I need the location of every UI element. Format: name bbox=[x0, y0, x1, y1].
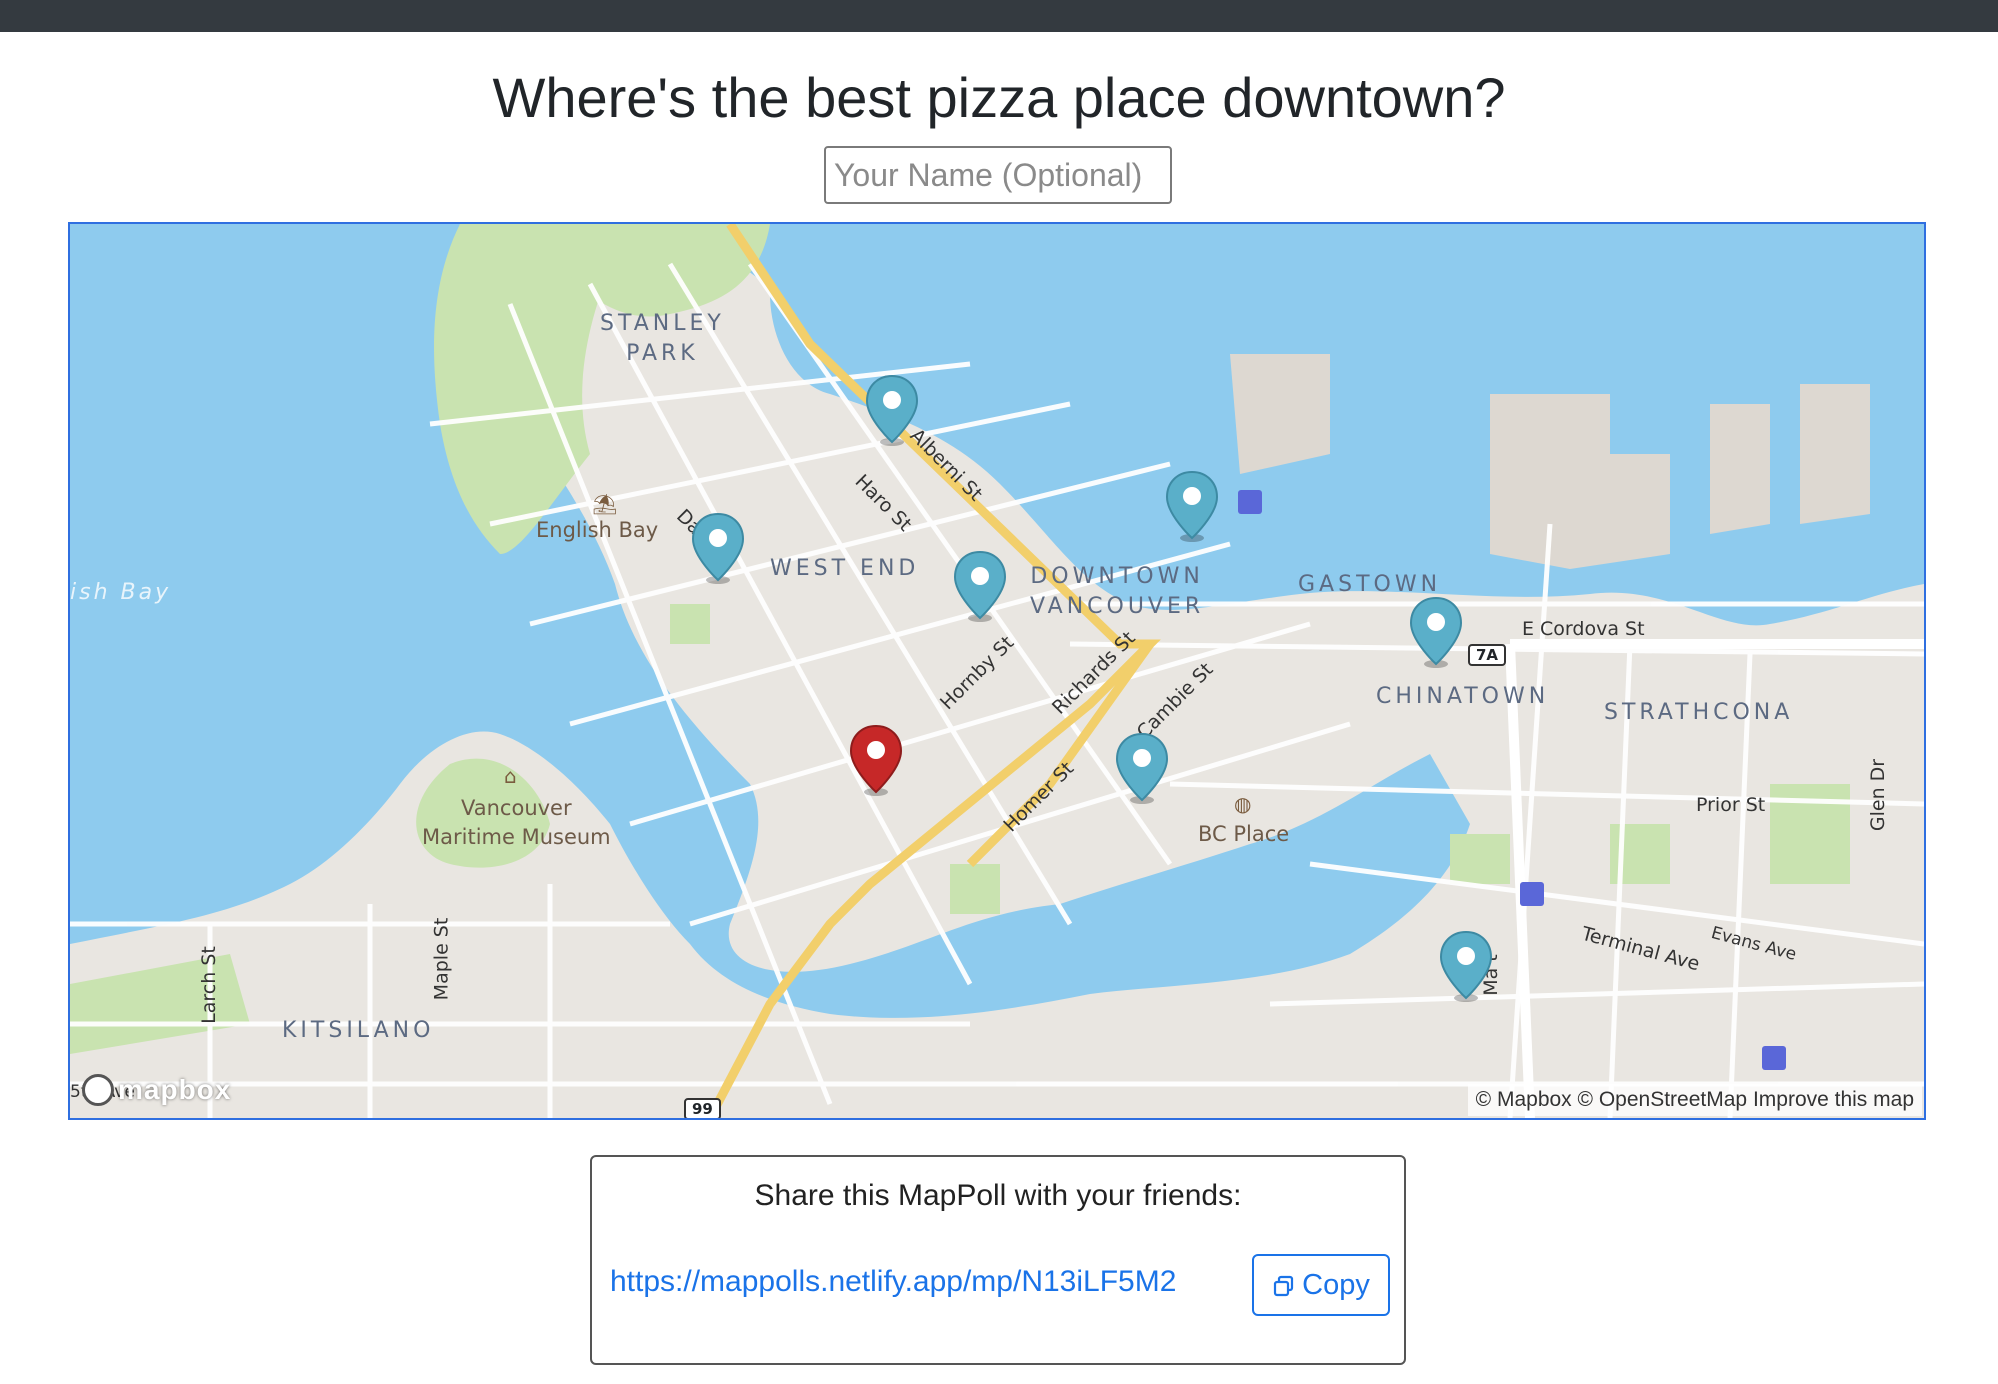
vote-pin-marker[interactable] bbox=[1438, 930, 1494, 1002]
stadium-icon: ◍ bbox=[1234, 792, 1252, 816]
area-label-kitsilano: KITSILANO bbox=[282, 1018, 435, 1043]
share-link[interactable]: https://mappolls.netlify.app/mp/N13iLF5M… bbox=[610, 1265, 1176, 1299]
copy-icon bbox=[1272, 1273, 1296, 1297]
name-input[interactable] bbox=[824, 146, 1172, 204]
mapbox-logo-text: mapbox bbox=[118, 1074, 232, 1105]
route-shield-99: 99 bbox=[684, 1098, 721, 1118]
transit-station-icon bbox=[1520, 882, 1544, 906]
street-label-larch: Larch St bbox=[197, 946, 220, 1024]
share-panel: Share this MapPoll with your friends: ht… bbox=[590, 1155, 1406, 1365]
copy-button[interactable]: Copy bbox=[1252, 1254, 1390, 1316]
street-label-e-cordova: E Cordova St bbox=[1522, 618, 1645, 640]
poll-map[interactable]: STANLEY PARK WEST END DOWNTOWN VANCOUVER G… bbox=[68, 222, 1926, 1120]
attribution-osm-link[interactable]: © OpenStreetMap bbox=[1578, 1088, 1748, 1111]
attribution-mapbox-link[interactable]: © Mapbox bbox=[1476, 1088, 1572, 1111]
share-heading: Share this MapPoll with your friends: bbox=[754, 1179, 1242, 1212]
poi-label-english-bay: English Bay bbox=[536, 518, 659, 542]
street-label-prior: Prior St bbox=[1696, 794, 1766, 816]
vote-pin-marker[interactable] bbox=[1114, 732, 1170, 804]
map-base-layer[interactable] bbox=[70, 224, 1924, 1118]
transit-station-icon bbox=[1238, 490, 1262, 514]
selected-pin-marker[interactable] bbox=[848, 724, 904, 796]
vote-pin-marker[interactable] bbox=[690, 512, 746, 584]
mapbox-logo[interactable]: mapbox bbox=[82, 1074, 231, 1106]
attribution-improve-link[interactable]: Improve this map bbox=[1753, 1088, 1914, 1111]
area-label-chinatown: CHINATOWN bbox=[1376, 684, 1550, 709]
vote-pin-marker[interactable] bbox=[864, 374, 920, 446]
water-label-english-bay: ish Bay bbox=[70, 580, 172, 605]
copy-button-label: Copy bbox=[1302, 1268, 1370, 1301]
area-label-stanley-park: STANLEY PARK bbox=[600, 311, 725, 366]
vote-pin-marker[interactable] bbox=[1164, 470, 1220, 542]
poi-label-bc-place: BC Place bbox=[1198, 822, 1290, 846]
transit-station-icon bbox=[1762, 1046, 1786, 1070]
area-label-west-end: WEST END bbox=[770, 556, 920, 581]
route-shield-7a: 7A bbox=[1468, 644, 1507, 666]
vote-pin-marker[interactable] bbox=[1408, 596, 1464, 668]
street-label-maple: Maple St bbox=[430, 917, 453, 1001]
museum-icon: ⌂ bbox=[504, 764, 517, 788]
area-label-downtown: DOWNTOWN VANCOUVER bbox=[1030, 564, 1205, 619]
map-attribution: © Mapbox © OpenStreetMap Improve this ma… bbox=[1467, 1084, 1922, 1116]
mapbox-logo-icon bbox=[82, 1074, 114, 1106]
street-label-glen: Glen Dr bbox=[1867, 758, 1890, 832]
beach-icon: ⛱ bbox=[592, 492, 618, 516]
poi-label-maritime-museum: Vancouver Maritime Museum bbox=[422, 796, 611, 849]
area-label-strathcona: STRATHCONA bbox=[1604, 700, 1794, 725]
vote-pin-marker[interactable] bbox=[952, 550, 1008, 622]
top-nav-bar bbox=[0, 0, 1998, 32]
poll-question-title: Where's the best pizza place downtown? bbox=[492, 66, 1506, 129]
